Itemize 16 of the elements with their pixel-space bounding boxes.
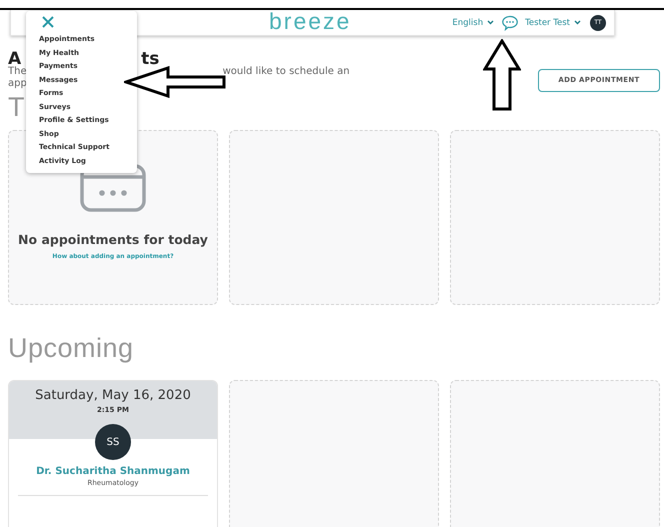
chat-bubble-icon[interactable] — [501, 14, 520, 30]
language-selector[interactable]: English — [452, 18, 484, 28]
empty-state-message: No appointments for today — [18, 232, 208, 247]
up-arrow-icon — [483, 39, 521, 111]
page-title-fragment: ts — [141, 49, 160, 69]
section-heading: T — [8, 91, 25, 124]
user-menu[interactable]: Tester Test — [525, 18, 570, 28]
appointment-date: Saturday, May 16, 2020 — [35, 388, 191, 403]
intro-text-fragment: app — [8, 78, 27, 89]
intro-text-fragment: The — [8, 66, 27, 77]
section-heading: Upcoming — [8, 332, 134, 365]
close-icon[interactable] — [42, 16, 54, 28]
chevron-down-icon[interactable] — [574, 20, 581, 25]
intro-text-fragment: would like to schedule an — [222, 66, 350, 77]
doctor-avatar: SS — [95, 424, 131, 460]
chevron-down-icon[interactable] — [487, 20, 494, 25]
